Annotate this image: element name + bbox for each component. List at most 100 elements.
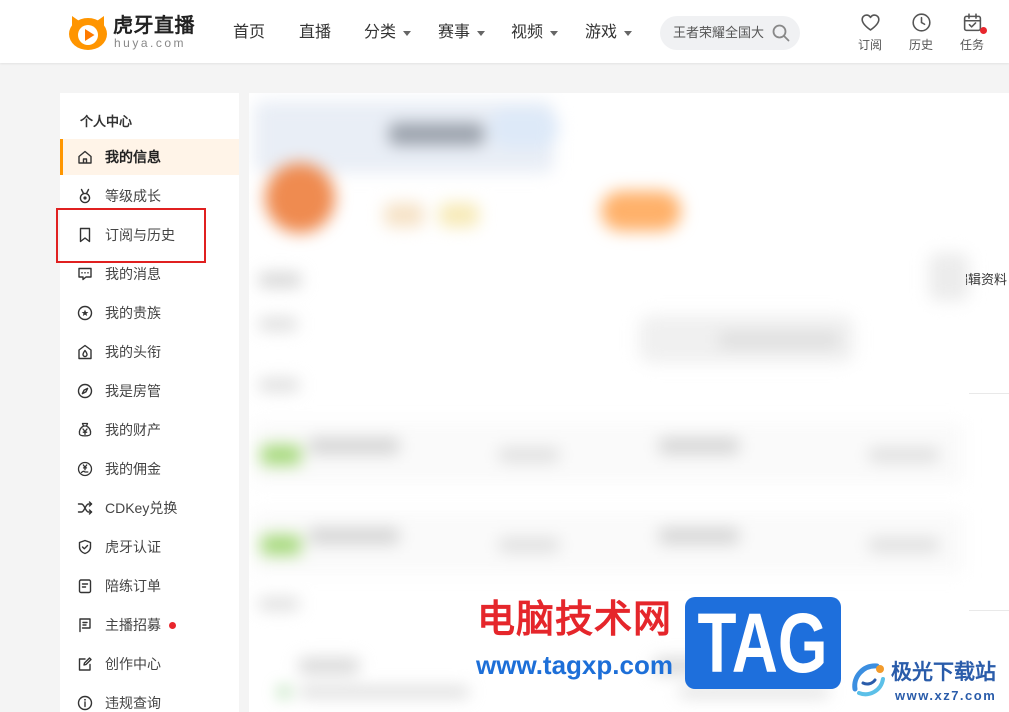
chevron-down-icon bbox=[550, 30, 559, 36]
edit-profile-label: 编辑资料 bbox=[966, 272, 1007, 287]
chevron-down-icon bbox=[624, 30, 633, 36]
nav-item-label: 赛事 bbox=[438, 24, 471, 41]
sidebar-item-label: 主播招募 bbox=[105, 617, 161, 633]
blurred-banner-glow bbox=[489, 108, 559, 148]
sidebar-item-label: 等级成长 bbox=[105, 188, 161, 204]
star-circle-icon bbox=[77, 305, 93, 321]
nav-item-label: 游戏 bbox=[585, 24, 618, 41]
sidebar-item-messages[interactable]: 我的消息 bbox=[60, 265, 239, 283]
watermark-site-url: www.tagxp.com bbox=[476, 650, 673, 680]
tasks-button[interactable]: 任务 bbox=[955, 12, 989, 58]
action-label: 历史 bbox=[908, 38, 933, 52]
search-icon[interactable] bbox=[771, 23, 791, 43]
sidebar-item-commission[interactable]: 我的佣金 bbox=[60, 460, 239, 478]
money-bag-icon bbox=[78, 422, 92, 437]
sidebar-item-label: 陪练订单 bbox=[105, 578, 161, 594]
blurred-text bbox=[309, 438, 399, 454]
nav-item-category[interactable]: 分类 bbox=[364, 21, 412, 45]
edit-profile-button[interactable]: 编辑资料 bbox=[966, 271, 1009, 289]
sidebar-item-label: 我的佣金 bbox=[105, 461, 161, 477]
sidebar-nav: 个人中心 我的信息 等级成长 订阅与历史 我的消息 我的贵族 我的头衔 我是房管… bbox=[60, 93, 239, 712]
sidebar-item-coaching-orders[interactable]: 陪练订单 bbox=[60, 577, 239, 595]
shuffle-icon bbox=[77, 501, 93, 515]
blurred-text bbox=[869, 538, 939, 552]
edit-icon bbox=[78, 657, 92, 671]
blurred-text bbox=[259, 379, 299, 391]
blurred-text bbox=[259, 318, 297, 330]
sidebar-item-cdkey[interactable]: CDKey兑换 bbox=[60, 499, 239, 517]
watermark-partner-name: 极光下载站 bbox=[891, 661, 996, 684]
title-badge-icon bbox=[78, 344, 92, 360]
nav-item-label: 直播 bbox=[299, 24, 332, 41]
blurred-text bbox=[309, 528, 399, 544]
blurred-tag bbox=[261, 535, 301, 555]
commission-icon bbox=[77, 461, 93, 477]
clock-icon bbox=[911, 13, 931, 32]
divider bbox=[969, 393, 1009, 394]
nav-item-events[interactable]: 赛事 bbox=[438, 21, 486, 45]
blurred-status-dot bbox=[279, 687, 289, 697]
order-list-icon bbox=[78, 579, 92, 594]
watermark-site-name: 电脑技术网 bbox=[477, 599, 673, 641]
sidebar-item-assets[interactable]: 我的财产 bbox=[60, 421, 239, 439]
blurred-level-pill bbox=[601, 191, 681, 231]
sidebar-item-violation-query[interactable]: 违规查询 bbox=[60, 694, 239, 712]
watermark-tag-badge: TAG bbox=[685, 597, 841, 689]
sidebar-item-label: 我的财产 bbox=[105, 422, 161, 438]
blurred-text bbox=[259, 598, 299, 610]
flag-icon bbox=[79, 618, 91, 633]
message-icon bbox=[78, 267, 92, 281]
huya-logo-icon[interactable] bbox=[67, 13, 109, 51]
divider bbox=[969, 610, 1009, 611]
jiguang-logo-icon bbox=[852, 663, 885, 697]
compass-icon bbox=[77, 383, 93, 399]
shield-check-icon bbox=[78, 539, 92, 555]
sidebar-item-titles[interactable]: 我的头衔 bbox=[60, 343, 239, 361]
sidebar-item-label: 创作中心 bbox=[105, 656, 161, 672]
blurred-text bbox=[299, 688, 469, 696]
nav-item-label: 首页 bbox=[233, 24, 266, 41]
sidebar-item-room-manager[interactable]: 我是房管 bbox=[60, 382, 239, 400]
top-header: 虎牙直播 huya.com 首页 直播 分类 赛事 视频 游戏 订阅 bbox=[0, 0, 1009, 63]
highlight-box bbox=[56, 208, 206, 263]
blurred-text bbox=[499, 538, 559, 552]
action-label: 订阅 bbox=[857, 38, 882, 52]
sidebar-item-label: 虎牙认证 bbox=[105, 539, 161, 555]
chevron-down-icon bbox=[403, 30, 412, 36]
sidebar-item-label: 我的头衔 bbox=[105, 344, 161, 360]
notification-badge bbox=[169, 621, 176, 629]
nav-item-video[interactable]: 视频 bbox=[511, 21, 559, 45]
blurred-text bbox=[659, 438, 739, 454]
sidebar-item-my-info[interactable]: 我的信息 bbox=[60, 139, 239, 175]
home-icon bbox=[78, 150, 92, 164]
heart-icon bbox=[860, 14, 880, 31]
blurred-badge bbox=[384, 203, 424, 227]
blurred-text bbox=[719, 333, 839, 347]
sidebar-item-creator-center[interactable]: 创作中心 bbox=[60, 655, 239, 673]
sidebar-item-label: 我是房管 bbox=[105, 383, 161, 399]
search-input[interactable] bbox=[673, 23, 765, 43]
blurred-edit-button bbox=[929, 253, 969, 301]
logo-title[interactable]: 虎牙直播 bbox=[113, 14, 195, 38]
blurred-tag bbox=[261, 445, 301, 465]
search-box bbox=[660, 16, 800, 50]
nav-item-games[interactable]: 游戏 bbox=[585, 21, 633, 45]
blurred-text bbox=[869, 448, 939, 462]
nav-item-home[interactable]: 首页 bbox=[233, 21, 265, 45]
action-label: 任务 bbox=[959, 38, 984, 52]
sidebar-item-label: CDKey兑换 bbox=[105, 500, 178, 516]
nav-item-live[interactable]: 直播 bbox=[299, 21, 331, 45]
blurred-text bbox=[259, 273, 301, 287]
subscribe-button[interactable]: 订阅 bbox=[853, 12, 887, 58]
sidebar-item-streamer-recruitment[interactable]: 主播招募 bbox=[60, 616, 239, 634]
blurred-text bbox=[679, 688, 829, 696]
sidebar-item-verification[interactable]: 虎牙认证 bbox=[60, 538, 239, 556]
history-button[interactable]: 历史 bbox=[904, 12, 938, 58]
blurred-text bbox=[659, 528, 739, 544]
nav-item-label: 分类 bbox=[364, 24, 397, 41]
sidebar-item-label: 我的信息 bbox=[105, 149, 161, 165]
sidebar-item-label: 违规查询 bbox=[105, 695, 161, 711]
sidebar-title: 个人中心 bbox=[80, 114, 133, 129]
sidebar-item-level[interactable]: 等级成长 bbox=[60, 187, 239, 205]
sidebar-item-nobility[interactable]: 我的贵族 bbox=[60, 304, 239, 322]
